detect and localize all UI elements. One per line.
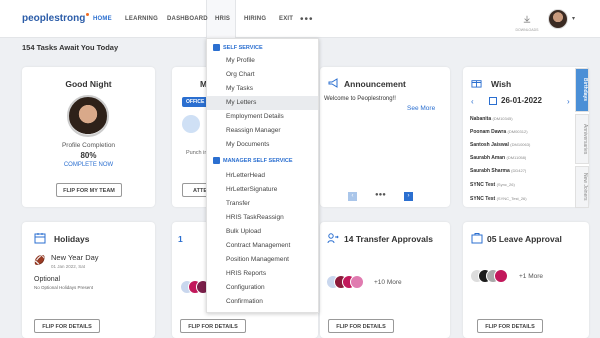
- self-service-section: SELF SERVICE: [213, 44, 263, 51]
- profile-completion-label: Profile Completion: [61, 142, 116, 149]
- transfer-approvals-card: 14 Transfer Approvals +10 More FLIP FOR …: [320, 222, 450, 338]
- wish-row: Saurabh Aman (DM11058): [470, 155, 527, 161]
- carousel-dots: ●●●: [375, 192, 386, 198]
- menu-item-hris-reports[interactable]: HRIS Reports: [207, 267, 318, 281]
- nav-exit[interactable]: EXIT: [279, 16, 293, 22]
- greeting-card: Good Night Profile Completion 80% COMPLE…: [22, 67, 155, 207]
- menu-item-hrlettersignature[interactable]: HrLetterSignature: [207, 183, 318, 197]
- announcement-title: Announcement: [344, 79, 406, 89]
- flip-for-my-team-button[interactable]: FLIP FOR MY TEAM: [56, 183, 122, 197]
- profile-photo: [67, 95, 109, 137]
- leave-more-count[interactable]: +1 More: [519, 273, 543, 280]
- wish-row: Nabanita (DM10345): [470, 116, 513, 122]
- punch-icon: [182, 115, 200, 133]
- announcement-card: Announcement Welcome to Peoplestrong!! S…: [320, 67, 450, 207]
- menu-item-hris-taskreassign[interactable]: HRIS TaskReassign: [207, 211, 318, 225]
- approver-avatar: [350, 275, 364, 289]
- date-next-button[interactable]: ›: [567, 97, 570, 106]
- approvals-flip-button[interactable]: FLIP FOR DETAILS: [180, 319, 246, 333]
- tab-birthdays[interactable]: Birthdays: [575, 68, 589, 112]
- nav-home[interactable]: HOME: [93, 16, 112, 22]
- person-icon: [213, 44, 220, 51]
- menu-item-configuration[interactable]: Configuration: [207, 281, 318, 295]
- transfer-icon: [327, 233, 339, 244]
- punch-in-text: Punch in: [186, 150, 208, 156]
- nav-dashboard[interactable]: DASHBOARD: [167, 16, 208, 22]
- calendar-icon: [34, 233, 46, 244]
- calendar-icon: [489, 97, 497, 105]
- wish-side-tabs: Birthdays Anniversaries New Joiners: [575, 68, 589, 208]
- nav-hris[interactable]: HRIS: [215, 16, 230, 22]
- menu-item-my-profile[interactable]: My Profile: [207, 54, 318, 68]
- wish-row: Poonam Dawra (DM00312): [470, 129, 528, 135]
- optional-holidays-text: No Optional Holidays Present: [34, 285, 94, 290]
- tab-new-joiners[interactable]: New Joiners: [575, 166, 589, 208]
- greeting-title: Good Night: [65, 79, 112, 89]
- date-prev-button[interactable]: ‹: [471, 97, 474, 106]
- holidays-title: Holidays: [54, 234, 90, 244]
- menu-item-hrletterhead[interactable]: HrLetterHead: [207, 169, 318, 183]
- optional-label: Optional: [34, 276, 61, 283]
- more-menu-icon[interactable]: •••: [300, 14, 314, 25]
- wish-row: SYNC Test (Sync_26): [470, 182, 515, 188]
- tab-anniversaries[interactable]: Anniversaries: [575, 114, 589, 164]
- approvals-title: 1: [178, 234, 183, 244]
- holiday-name: New Year Day: [51, 253, 99, 262]
- manager-icon: [213, 157, 220, 164]
- profile-completion-value: 80%: [80, 151, 97, 160]
- menu-item-position-management[interactable]: Position Management: [207, 253, 318, 267]
- announcement-text: Welcome to Peoplestrong!!: [324, 96, 396, 102]
- nav-hiring[interactable]: HIRING: [244, 16, 266, 22]
- user-avatar[interactable]: [548, 9, 568, 29]
- see-more-link[interactable]: See More: [407, 105, 435, 112]
- leave-approval-card: 05 Leave Approval +1 More FLIP FOR DETAI…: [463, 222, 589, 338]
- holiday-date: 01 Jan 2022, Sat: [51, 264, 86, 269]
- gift-icon: [471, 80, 482, 88]
- holiday-emoji-icon: 🏈: [34, 255, 46, 265]
- menu-item-confirmation[interactable]: Confirmation: [207, 295, 318, 309]
- wish-row: SYNC Test (SYNC_Test_26): [470, 196, 527, 202]
- menu-item-employment-details[interactable]: Employment Details: [207, 110, 318, 124]
- wish-title: Wish: [491, 79, 512, 89]
- menu-item-my-documents[interactable]: My Documents: [207, 138, 318, 152]
- wish-row: Santosh Jaiswal (DM10063): [470, 142, 531, 148]
- transfer-more-count[interactable]: +10 More: [374, 279, 402, 286]
- prev-arrow-button[interactable]: ‹: [348, 192, 357, 201]
- download-icon: [523, 15, 531, 23]
- holidays-card: Holidays 🏈 New Year Day 01 Jan 2022, Sat…: [22, 222, 155, 338]
- download-label: DOWNLOADS: [515, 28, 539, 32]
- hris-dropdown-menu: SELF SERVICE My Profile Org Chart My Tas…: [206, 38, 319, 313]
- peoplestrong-logo[interactable]: peoplestrong: [22, 13, 90, 24]
- leave-flip-button[interactable]: FLIP FOR DETAILS: [477, 319, 543, 333]
- menu-item-my-letters[interactable]: My Letters: [207, 96, 318, 110]
- holidays-flip-button[interactable]: FLIP FOR DETAILS: [34, 319, 100, 333]
- menu-item-bulk-upload[interactable]: Bulk Upload: [207, 225, 318, 239]
- megaphone-icon: [328, 78, 338, 88]
- transfer-approvals-title: 14 Transfer Approvals: [344, 234, 433, 244]
- nav-learning[interactable]: LEARNING: [125, 16, 158, 22]
- tasks-heading: 154 Tasks Await You Today: [22, 43, 119, 52]
- top-navigation-bar: peoplestrong HOME LEARNING DASHBOARD HRI…: [0, 0, 600, 38]
- transfer-flip-button[interactable]: FLIP FOR DETAILS: [328, 319, 394, 333]
- download-button[interactable]: DOWNLOADS: [512, 10, 542, 32]
- menu-item-contract-management[interactable]: Contract Management: [207, 239, 318, 253]
- complete-now-link[interactable]: COMPLETE NOW: [22, 162, 155, 168]
- menu-item-reassign-manager[interactable]: Reassign Manager: [207, 124, 318, 138]
- leave-approval-title: 05 Leave Approval: [487, 234, 562, 244]
- manager-self-service-section: MANAGER SELF SERVICE: [213, 157, 293, 164]
- wish-row: Saurabh Sharma (DD427): [470, 168, 527, 174]
- approver-avatar: [494, 269, 508, 283]
- briefcase-icon: [471, 233, 483, 244]
- chevron-down-icon[interactable]: ▾: [572, 15, 575, 22]
- menu-item-transfer[interactable]: Transfer: [207, 197, 318, 211]
- wish-date: 26-01-2022: [501, 96, 542, 105]
- menu-item-my-tasks[interactable]: My Tasks: [207, 82, 318, 96]
- menu-item-org-chart[interactable]: Org Chart: [207, 68, 318, 82]
- next-arrow-button[interactable]: ›: [404, 192, 413, 201]
